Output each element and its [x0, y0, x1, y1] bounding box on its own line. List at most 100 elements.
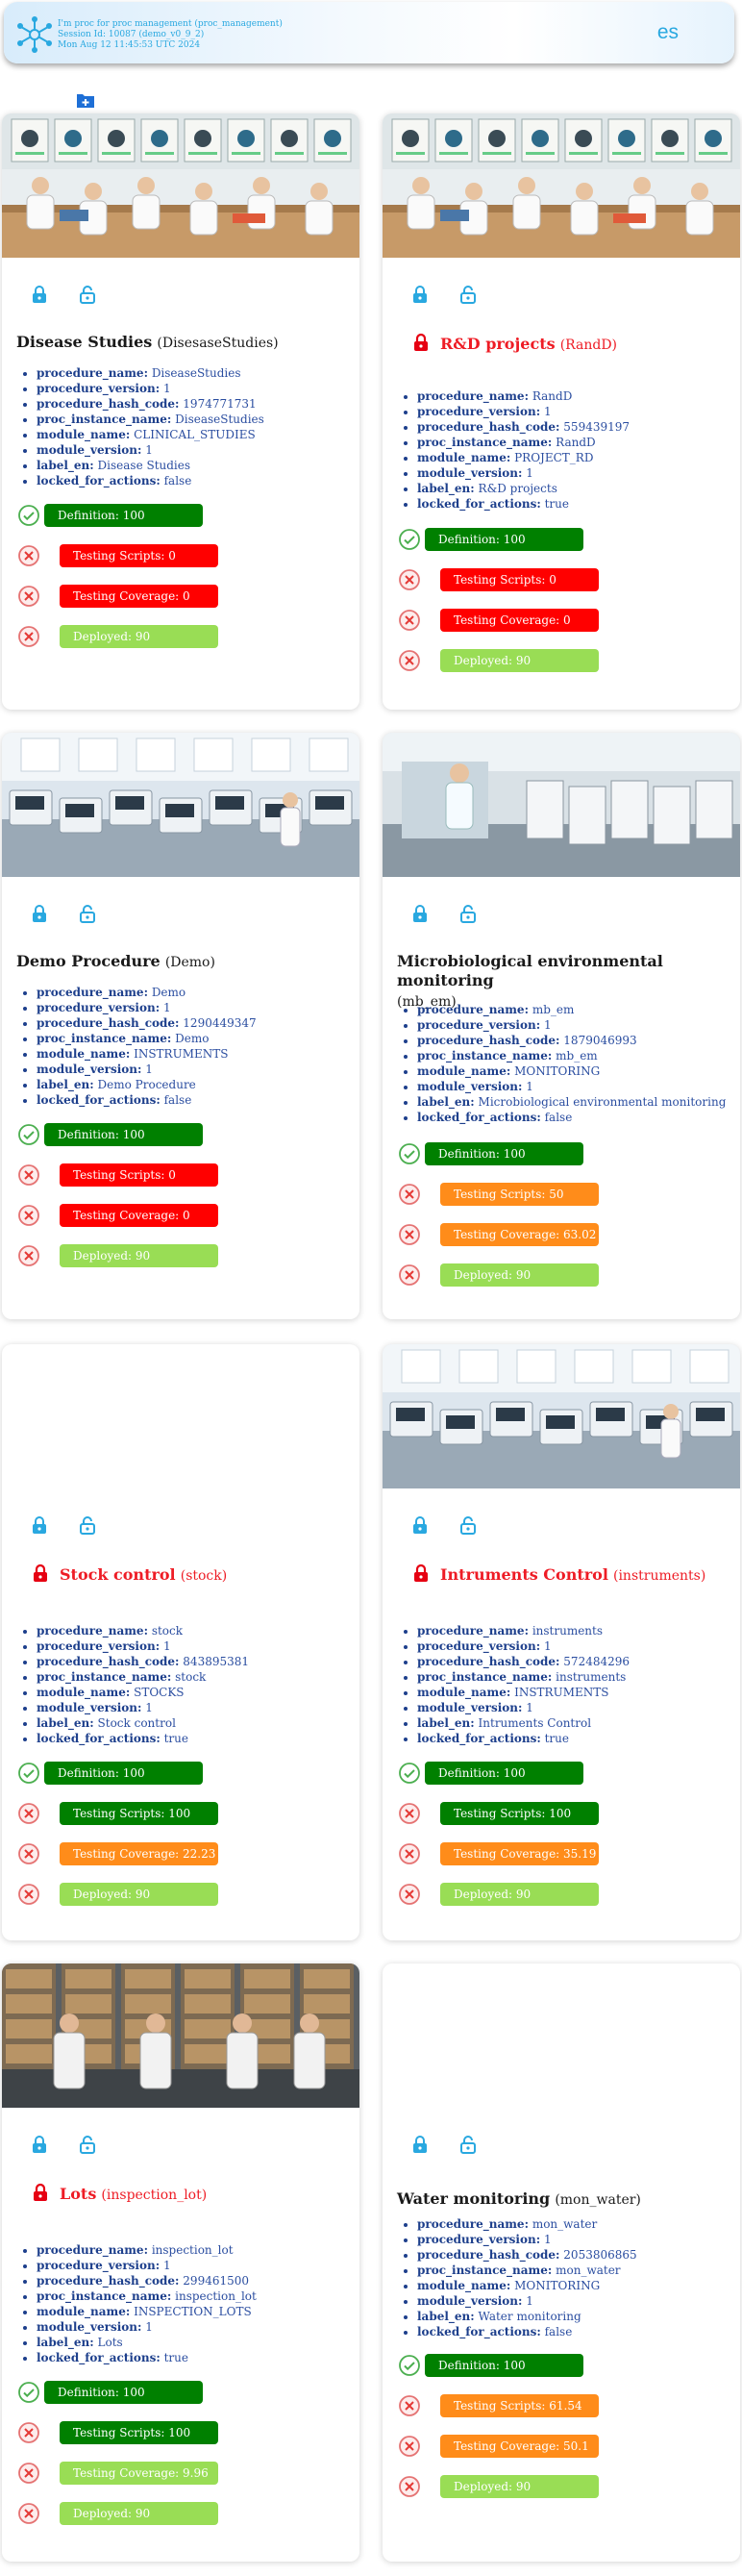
- lock-closed-icon[interactable]: [31, 2135, 48, 2154]
- lock-open-icon[interactable]: [79, 285, 96, 304]
- property-key: module_version:: [37, 443, 142, 457]
- testing-coverage-status: Testing Coverage: 22.23: [17, 1841, 218, 1866]
- lock-actions: [411, 904, 477, 923]
- property-item: module_version: 1: [37, 1062, 257, 1077]
- property-item: label_en: Disease Studies: [37, 458, 264, 473]
- property-item: procedure_version: 1: [37, 381, 264, 396]
- cancel-circle-icon: [18, 1245, 39, 1266]
- procedure-properties: procedure_name: mon_waterprocedure_versi…: [417, 2216, 637, 2339]
- definition-badge: Definition: 100: [425, 1762, 583, 1785]
- procedure-properties: procedure_name: stockprocedure_version: …: [37, 1623, 249, 1746]
- testing-scripts-badge: Testing Scripts: 0: [60, 544, 218, 567]
- locked-padlock-icon: [31, 2183, 50, 2202]
- property-item: procedure_name: stock: [37, 1623, 249, 1638]
- procedure-card[interactable]: Water monitoring (mon_water) procedure_na…: [383, 1963, 740, 2562]
- property-item: procedure_version: 1: [37, 1638, 249, 1654]
- procedure-title-name: Water monitoring: [397, 2189, 551, 2208]
- property-value: mb_em: [529, 1003, 575, 1016]
- property-item: locked_for_actions: false: [37, 473, 264, 488]
- property-item: procedure_name: Demo: [37, 985, 257, 1000]
- definition-status: Definition: 100: [398, 527, 583, 552]
- procedure-card[interactable]: Lots (inspection_lot) procedure_name: ins…: [2, 1963, 359, 2562]
- property-key: module_name:: [417, 451, 511, 464]
- procedure-title: Water monitoring (mon_water): [397, 2189, 730, 2210]
- locked-padlock-icon: [411, 1563, 431, 1583]
- testing-scripts-badge: Testing Scripts: 50: [440, 1183, 599, 1206]
- property-key: module_name:: [37, 1686, 131, 1699]
- property-item: locked_for_actions: true: [417, 1731, 630, 1746]
- property-key: locked_for_actions:: [417, 2325, 541, 2338]
- lock-open-icon[interactable]: [79, 904, 96, 923]
- property-value: true: [160, 2351, 188, 2364]
- property-key: proc_instance_name:: [37, 1670, 172, 1684]
- property-key: module_name:: [37, 428, 131, 441]
- property-item: label_en: R&D projects: [417, 481, 630, 496]
- definition-badge: Definition: 100: [44, 1762, 203, 1785]
- property-item: procedure_hash_code: 299461500: [37, 2273, 257, 2288]
- deployed-badge: Deployed: 90: [60, 2502, 218, 2525]
- lock-closed-icon[interactable]: [31, 1515, 48, 1535]
- property-item: procedure_name: RandD: [417, 388, 630, 404]
- check-circle-icon: [399, 2355, 420, 2376]
- property-value: 1: [160, 1639, 171, 1653]
- property-key: locked_for_actions:: [417, 1732, 541, 1745]
- property-value: 1: [522, 2294, 533, 2308]
- property-key: proc_instance_name:: [37, 2289, 172, 2303]
- procedure-card[interactable]: Disease Studies (DisesaseStudies) procedu…: [2, 113, 359, 710]
- property-key: label_en:: [37, 2336, 94, 2349]
- definition-status: Definition: 100: [398, 1141, 583, 1166]
- lock-closed-icon[interactable]: [31, 285, 48, 304]
- property-key: procedure_version:: [417, 1018, 541, 1032]
- language-toggle[interactable]: es: [657, 21, 679, 44]
- lock-open-icon[interactable]: [459, 1515, 477, 1535]
- lock-closed-icon[interactable]: [411, 2135, 429, 2154]
- lock-closed-icon[interactable]: [411, 904, 429, 923]
- testing-scripts-status: Testing Scripts: 61.54: [398, 2393, 599, 2418]
- procedure-card[interactable]: Demo Procedure (Demo) procedure_name: Dem…: [2, 733, 359, 1319]
- testing-scripts-badge: Testing Scripts: 100: [440, 1802, 599, 1825]
- procedure-card[interactable]: Stock control (stock) procedure_name: sto…: [2, 1344, 359, 1940]
- lock-open-icon[interactable]: [459, 285, 477, 304]
- property-item: procedure_hash_code: 1290449347: [37, 1015, 257, 1031]
- property-item: proc_instance_name: DiseaseStudies: [37, 412, 264, 427]
- lock-open-icon[interactable]: [79, 2135, 96, 2154]
- property-item: module_version: 1: [417, 1079, 726, 1094]
- lock-closed-icon[interactable]: [411, 1515, 429, 1535]
- property-item: label_en: Water monitoring: [417, 2309, 637, 2324]
- property-item: proc_instance_name: RandD: [417, 435, 630, 450]
- procedure-title: Disease Studies (DisesaseStudies): [16, 333, 350, 353]
- procedure-card[interactable]: Intruments Control (instruments) procedur…: [383, 1344, 740, 1940]
- property-value: true: [160, 1732, 188, 1745]
- property-item: module_name: INSPECTION_LOTS: [37, 2304, 257, 2319]
- lock-open-icon[interactable]: [459, 904, 477, 923]
- procedure-title-code: (stock): [180, 1568, 228, 1584]
- property-value: true: [540, 497, 569, 511]
- testing-coverage-badge: Testing Coverage: 0: [440, 609, 599, 632]
- cancel-circle-icon: [18, 1803, 39, 1824]
- lock-open-icon[interactable]: [459, 2135, 477, 2154]
- cancel-circle-icon: [399, 2476, 420, 2497]
- cancel-circle-icon: [18, 1884, 39, 1905]
- procedure-properties: procedure_name: RandDprocedure_version: …: [417, 388, 630, 512]
- property-value: Demo Procedure: [93, 1078, 196, 1091]
- property-item: locked_for_actions: true: [37, 2350, 257, 2365]
- locked-padlock-icon: [31, 1563, 50, 1583]
- property-value: Microbiological environmental monitoring: [474, 1095, 727, 1109]
- procedure-title: R&D projects (RandD): [397, 333, 730, 355]
- check-circle-icon: [399, 529, 420, 550]
- procedure-card[interactable]: Microbiological environmental monitoring…: [383, 733, 740, 1319]
- property-value: 843895381: [179, 1655, 250, 1668]
- procedure-title-name: R&D projects: [440, 335, 556, 353]
- lock-open-icon[interactable]: [79, 1515, 96, 1535]
- check-circle-icon: [399, 1143, 420, 1164]
- lock-closed-icon[interactable]: [411, 285, 429, 304]
- procedure-properties: procedure_name: inspection_lotprocedure_…: [37, 2242, 257, 2365]
- property-key: procedure_version:: [37, 1639, 161, 1653]
- definition-status: Definition: 100: [17, 1761, 203, 1786]
- property-value: 1: [141, 1701, 153, 1714]
- definition-badge: Definition: 100: [44, 1123, 203, 1146]
- lock-closed-icon[interactable]: [31, 904, 48, 923]
- procedure-card[interactable]: R&D projects (RandD) procedure_name: Rand…: [383, 113, 740, 710]
- add-procedure-icon[interactable]: [76, 91, 95, 109]
- deployed-status: Deployed: 90: [17, 1243, 218, 1268]
